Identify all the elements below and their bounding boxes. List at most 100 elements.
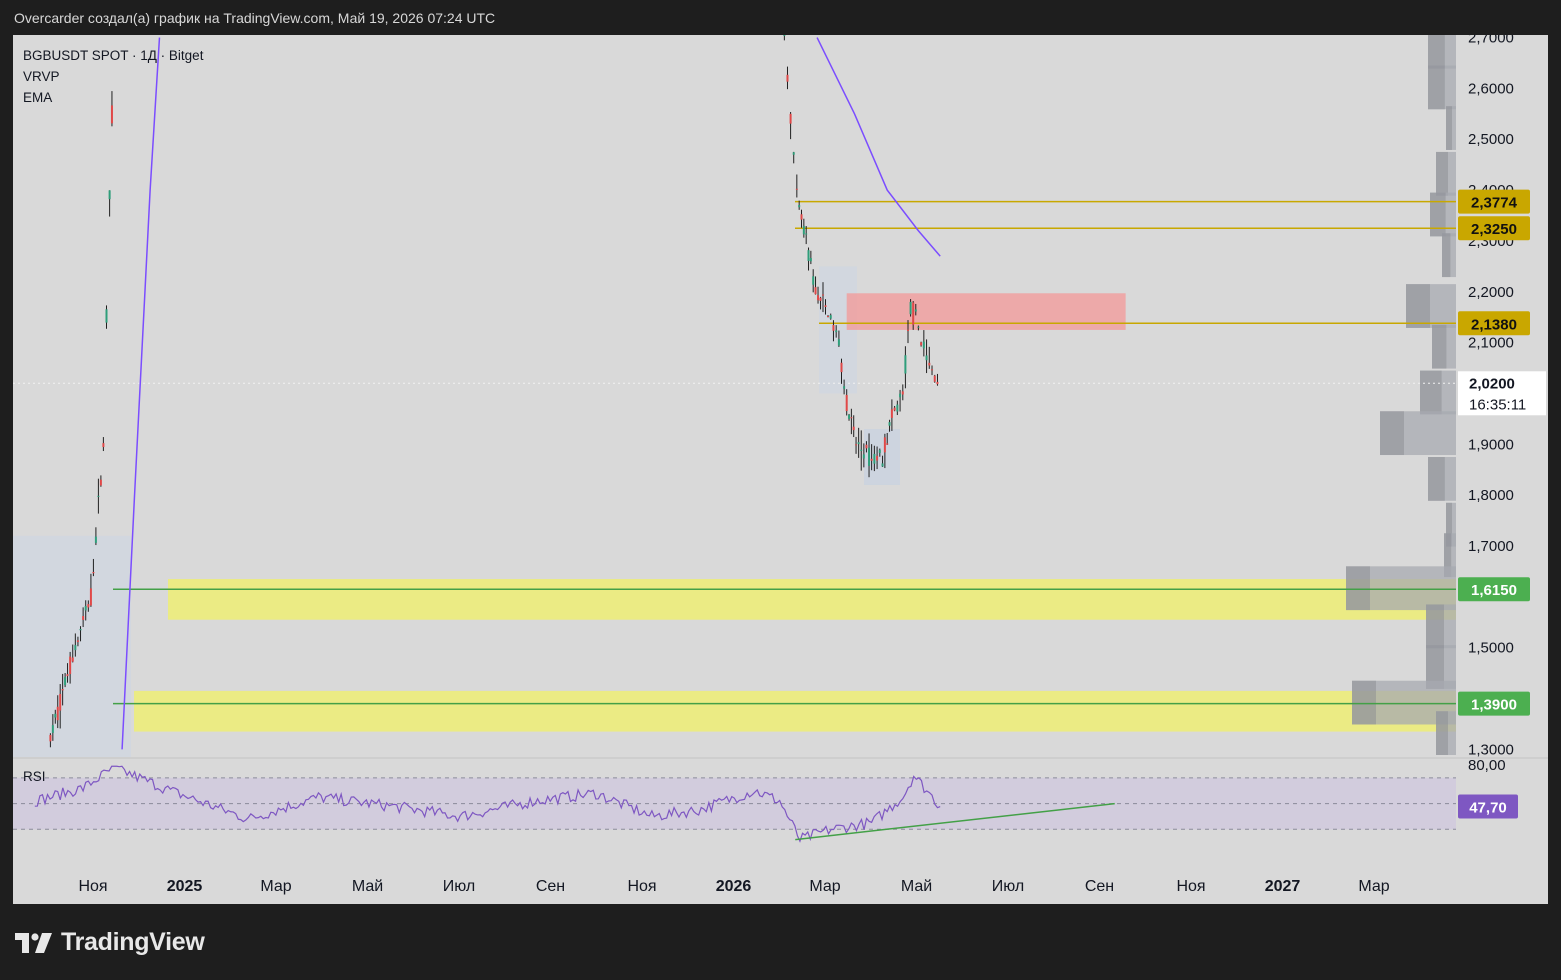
candle-body [886, 443, 889, 445]
candle-body [909, 301, 912, 315]
candle-body [110, 105, 113, 124]
volume-profile-bar [1432, 324, 1447, 369]
candle-body [108, 190, 111, 200]
candle-body [868, 447, 871, 466]
candle-body [805, 233, 808, 235]
candle-body [99, 479, 102, 486]
rsi-value-label[interactable]: 47,70 [1469, 800, 1507, 817]
price-axis-label: 1,7000 [1468, 538, 1514, 555]
price-axis-label: 1,9000 [1468, 436, 1514, 453]
time-axis-label: Мар [809, 878, 840, 895]
level-price-label[interactable]: 1,6150 [1471, 582, 1517, 599]
candle-body [896, 404, 899, 412]
candle-body [917, 326, 920, 328]
highlight-zone[interactable] [168, 579, 1456, 620]
time-axis-label: Июл [443, 878, 475, 895]
chart-area[interactable]: 2,70002,60002,50002,40002,30002,20002,10… [13, 35, 1548, 904]
volume-profile-bar [1428, 457, 1445, 501]
price-axis-label: 1,8000 [1468, 487, 1514, 504]
symbol-title[interactable]: BGBUSDT SPOT · 1Д · Bitget [23, 45, 203, 66]
indicator-ema[interactable]: EMA [23, 87, 203, 108]
candle-body [84, 605, 87, 611]
candle-body [852, 426, 855, 431]
volume-profile-bar [1428, 65, 1445, 110]
rsi-indicator-label[interactable]: RSI [23, 769, 46, 784]
rsi-axis-label: 80,00 [1468, 757, 1506, 774]
volume-profile-bar [1352, 680, 1376, 725]
time-axis-label: 2027 [1265, 878, 1301, 895]
volume-profile-bar [1428, 35, 1445, 69]
candle-body [920, 342, 923, 346]
candle-body [845, 394, 848, 412]
indicator-vrvp[interactable]: VRVP [23, 66, 203, 87]
supply-zone[interactable] [846, 293, 1126, 330]
candle-body [105, 309, 108, 323]
candle-body [883, 437, 886, 453]
candle-body [862, 454, 865, 459]
candle-body [848, 414, 851, 419]
candle-body [855, 444, 858, 446]
candle-body [904, 355, 907, 374]
candle-body [824, 305, 827, 307]
candle-body [82, 616, 85, 620]
price-chart[interactable]: 2,70002,60002,50002,40002,30002,20002,10… [13, 35, 1548, 904]
candle-body [876, 455, 879, 461]
ema-line [121, 37, 161, 750]
volume-profile-bar [1406, 284, 1430, 328]
price-axis-label: 2,1000 [1468, 335, 1514, 352]
level-price-label[interactable]: 2,3774 [1471, 195, 1518, 212]
candle-body [843, 386, 846, 389]
candle-body [933, 375, 936, 382]
candle-body [873, 453, 876, 464]
candle-body [809, 258, 812, 262]
level-price-label[interactable]: 1,3900 [1471, 697, 1517, 714]
current-price-label[interactable]: 2,0200 [1469, 375, 1515, 392]
tradingview-logo[interactable]: TradingView [15, 928, 205, 957]
candle-body [87, 604, 90, 608]
volume-profile-bar [1420, 370, 1442, 415]
candle-body [812, 276, 815, 285]
candle-body [899, 393, 902, 398]
candle-body [56, 706, 59, 721]
candle-body [789, 113, 792, 124]
candle-body [840, 362, 843, 373]
level-price-label[interactable]: 2,1380 [1471, 316, 1517, 333]
volume-profile-bar [1436, 711, 1448, 755]
highlight-zone[interactable] [134, 690, 1456, 732]
candle-body [92, 572, 95, 574]
price-axis-label: 2,7000 [1468, 35, 1514, 47]
candle-body [792, 152, 795, 155]
time-axis-label: Ноя [627, 878, 656, 895]
tradingview-wordmark: TradingView [61, 928, 205, 956]
volume-profile-bar [1380, 411, 1404, 456]
value-area-box [13, 535, 131, 757]
time-axis-label: Июл [992, 878, 1024, 895]
candle-body [798, 205, 801, 208]
candle-body [850, 417, 853, 419]
candle-body [890, 409, 893, 418]
candle-body [69, 656, 72, 675]
candle-body [71, 657, 74, 662]
candle-body [914, 309, 917, 312]
candle-body [819, 297, 822, 301]
volume-profile-bar [1426, 604, 1444, 649]
price-axis-label: 1,5000 [1468, 640, 1514, 657]
price-axis-label: 2,6000 [1468, 80, 1514, 97]
time-axis-label: Мар [1358, 878, 1389, 895]
candle-body [66, 674, 69, 677]
candle-body [795, 188, 798, 190]
candle-body [102, 443, 105, 448]
chart-caption: Overcarder создал(а) график на TradingVi… [14, 10, 496, 26]
candle-body [76, 640, 79, 642]
candle-body [860, 449, 863, 451]
price-axis-label: 2,5000 [1468, 131, 1514, 148]
volume-profile-bar [1446, 106, 1452, 150]
candle-body [832, 325, 835, 331]
candle-body [94, 536, 97, 543]
level-price-label[interactable]: 2,3250 [1471, 221, 1517, 238]
time-axis-label: Ноя [78, 878, 107, 895]
candle-body [881, 463, 884, 467]
volume-profile-bar [1442, 233, 1451, 278]
candle-body [817, 295, 820, 301]
candle-body [59, 693, 62, 711]
